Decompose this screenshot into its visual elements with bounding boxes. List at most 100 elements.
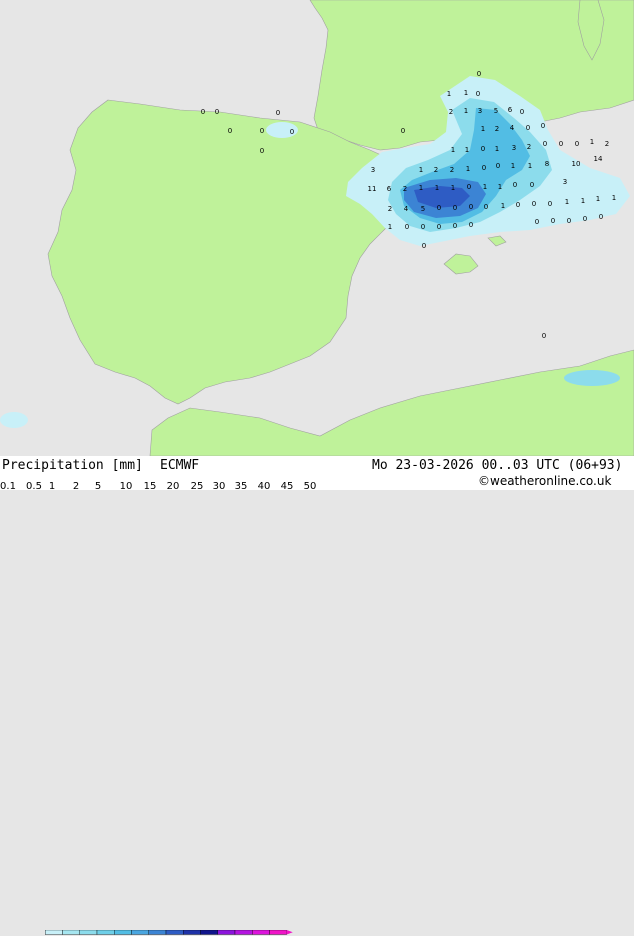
colorbar-segment — [79, 930, 98, 935]
value-label: 0 — [469, 203, 473, 211]
value-label: 1 — [447, 90, 451, 98]
value-label: 0 — [599, 213, 603, 221]
colorbar-segment — [252, 930, 270, 935]
value-label: 1 — [435, 184, 439, 192]
colorbar-segment — [96, 930, 115, 935]
colorbar-segment — [165, 930, 184, 935]
value-label: 8 — [545, 160, 549, 168]
legend-tick-label: 2 — [72, 481, 80, 492]
legend-tick-label: 0.5 — [26, 481, 42, 492]
legend-colorbar — [45, 930, 293, 935]
value-label: 1 — [464, 89, 468, 97]
colorbar-segment — [114, 930, 132, 935]
value-label: 0 — [260, 147, 264, 155]
legend-tick-label: 20 — [166, 481, 180, 492]
model-label: ECMWF — [160, 458, 200, 473]
value-label: 0 — [453, 204, 457, 212]
value-label: 1 — [419, 184, 423, 192]
colorbar-segment — [45, 930, 63, 935]
footer-bar: Precipitation [mm] ECMWF Mo 23-03-2026 0… — [0, 456, 634, 935]
precipitation-map: 01 1 00 0 00 0 02 1 3 5 6 01 2 4 0 001 1 0 1 3 2 0 0 0 1 23 1 2 2 1 0 0… — [0, 0, 634, 456]
value-label: 0 — [520, 108, 524, 116]
value-label: 1 — [451, 184, 455, 192]
value-label: 1 — [419, 166, 423, 174]
legend-tick-label: 45 — [280, 481, 294, 492]
value-label: 0 — [276, 109, 280, 117]
value-label: 0 — [484, 203, 488, 211]
legend-tick-label: 1 — [48, 481, 56, 492]
value-label: 3 — [512, 144, 516, 152]
value-label: 0 — [481, 145, 485, 153]
colorbar-segment — [131, 930, 149, 935]
value-label: 2 — [449, 108, 453, 116]
value-label: 0 — [405, 223, 409, 231]
value-label: 11 — [368, 185, 377, 193]
value-label: 0 — [551, 217, 555, 225]
value-label: 0 — [548, 200, 552, 208]
value-label: 0 — [567, 217, 571, 225]
value-label: 1 — [495, 145, 499, 153]
value-label: 10 — [572, 160, 581, 168]
value-label: 0 — [260, 127, 264, 135]
value-label: 1 — [565, 198, 569, 206]
value-label: 0 — [421, 223, 425, 231]
colorbar-segment — [200, 930, 218, 935]
value-label: 1 — [511, 162, 515, 170]
value-label: 1 — [465, 146, 469, 154]
value-label: 1 — [466, 165, 470, 173]
value-label: 0 — [541, 122, 545, 130]
legend-tick-label: 5 — [94, 481, 102, 492]
value-label: 1 — [388, 223, 392, 231]
value-label: 1 — [483, 183, 487, 191]
value-label: 0 — [583, 215, 587, 223]
value-label: 0 — [530, 181, 534, 189]
colorbar-segment — [234, 930, 253, 935]
value-label: 0 — [401, 127, 405, 135]
legend-tick-label: 10 — [119, 481, 133, 492]
value-label: 5 — [421, 205, 425, 213]
value-label: 5 — [494, 107, 498, 115]
value-label: 0 — [496, 162, 500, 170]
colorbar-segment — [62, 930, 80, 935]
value-label: 4 — [404, 205, 409, 213]
value-label: 3 — [478, 107, 482, 115]
value-label: 2 — [434, 166, 438, 174]
value-label: 2 — [403, 185, 407, 193]
legend-tick-label: 50 — [303, 481, 317, 492]
value-label: 0 — [513, 181, 517, 189]
colorbar-segment — [217, 930, 236, 935]
value-label: 1 — [528, 162, 532, 170]
colorbar-segment — [183, 930, 201, 935]
value-label: 4 — [510, 124, 515, 132]
legend-tick-label: 25 — [190, 481, 204, 492]
value-label: 14 — [594, 155, 603, 163]
value-label: 2 — [450, 166, 454, 174]
value-label: 1 — [481, 125, 485, 133]
value-label: 1 — [464, 107, 468, 115]
value-label: 0 — [532, 200, 536, 208]
value-label: 2 — [495, 125, 499, 133]
value-label: 0 — [542, 332, 546, 340]
value-label: 0 — [228, 127, 232, 135]
value-label: 6 — [508, 106, 513, 114]
value-label: 0 — [516, 201, 520, 209]
title-label: Precipitation [mm] — [2, 458, 143, 473]
value-label: 0 — [469, 221, 473, 229]
value-label: 3 — [563, 178, 567, 186]
value-label: 0 — [437, 223, 441, 231]
value-label: 3 — [371, 166, 375, 174]
value-label: 2 — [605, 140, 609, 148]
value-label: 1 — [596, 195, 600, 203]
value-label: 1 — [498, 183, 502, 191]
value-label: 0 — [477, 70, 481, 78]
legend-tick-label: 40 — [257, 481, 271, 492]
value-label: 0 — [575, 140, 579, 148]
legend-tick-label: 30 — [212, 481, 226, 492]
value-label: 6 — [387, 185, 392, 193]
value-label: 0 — [215, 108, 219, 116]
value-label: 1 — [590, 138, 594, 146]
legend-tick-label: 35 — [234, 481, 248, 492]
value-label: 1 — [612, 194, 616, 202]
value-label: 1 — [501, 202, 505, 210]
value-label: 0 — [467, 183, 471, 191]
